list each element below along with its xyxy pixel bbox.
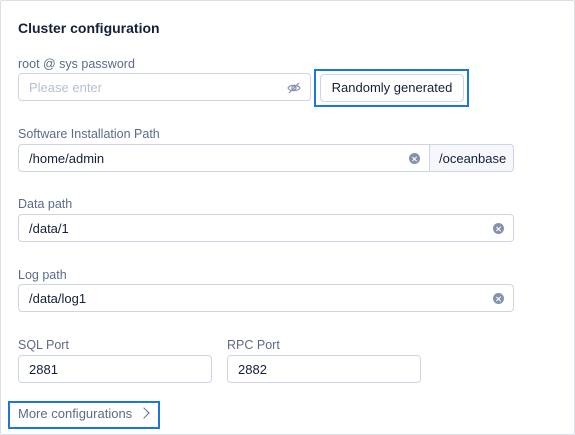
- password-input[interactable]: Please enter: [18, 73, 311, 101]
- clear-icon[interactable]: [493, 223, 504, 234]
- more-configurations-link[interactable]: More configurations: [18, 406, 132, 421]
- password-label: root @ sys password: [18, 57, 135, 71]
- install-path-input[interactable]: /home/admin: [18, 144, 430, 172]
- install-path-value: /home/admin: [29, 151, 105, 166]
- install-path-suffix: /oceanbase: [430, 144, 514, 172]
- cluster-configuration-panel: Cluster configuration root @ sys passwor…: [0, 0, 575, 435]
- install-path-label: Software Installation Path: [18, 127, 160, 141]
- data-path-label: Data path: [18, 197, 73, 211]
- eye-invisible-icon[interactable]: [287, 81, 301, 95]
- section-title: Cluster configuration: [18, 20, 160, 36]
- rpc-port-value: 2882: [238, 362, 267, 377]
- rpc-port-label: RPC Port: [227, 338, 280, 352]
- data-path-input[interactable]: /data/1: [18, 214, 514, 242]
- log-path-input[interactable]: /data/log1: [18, 284, 514, 312]
- password-placeholder: Please enter: [29, 80, 102, 95]
- clear-icon[interactable]: [409, 153, 420, 164]
- rpc-port-input[interactable]: 2882: [227, 355, 421, 383]
- log-path-label: Log path: [18, 268, 67, 282]
- data-path-value: /data/1: [29, 221, 69, 236]
- sql-port-label: SQL Port: [18, 338, 69, 352]
- sql-port-input[interactable]: 2881: [18, 355, 212, 383]
- log-path-value: /data/log1: [29, 291, 87, 306]
- sql-port-value: 2881: [29, 362, 58, 377]
- randomly-generated-button[interactable]: Randomly generated: [320, 74, 464, 102]
- clear-icon[interactable]: [493, 293, 504, 304]
